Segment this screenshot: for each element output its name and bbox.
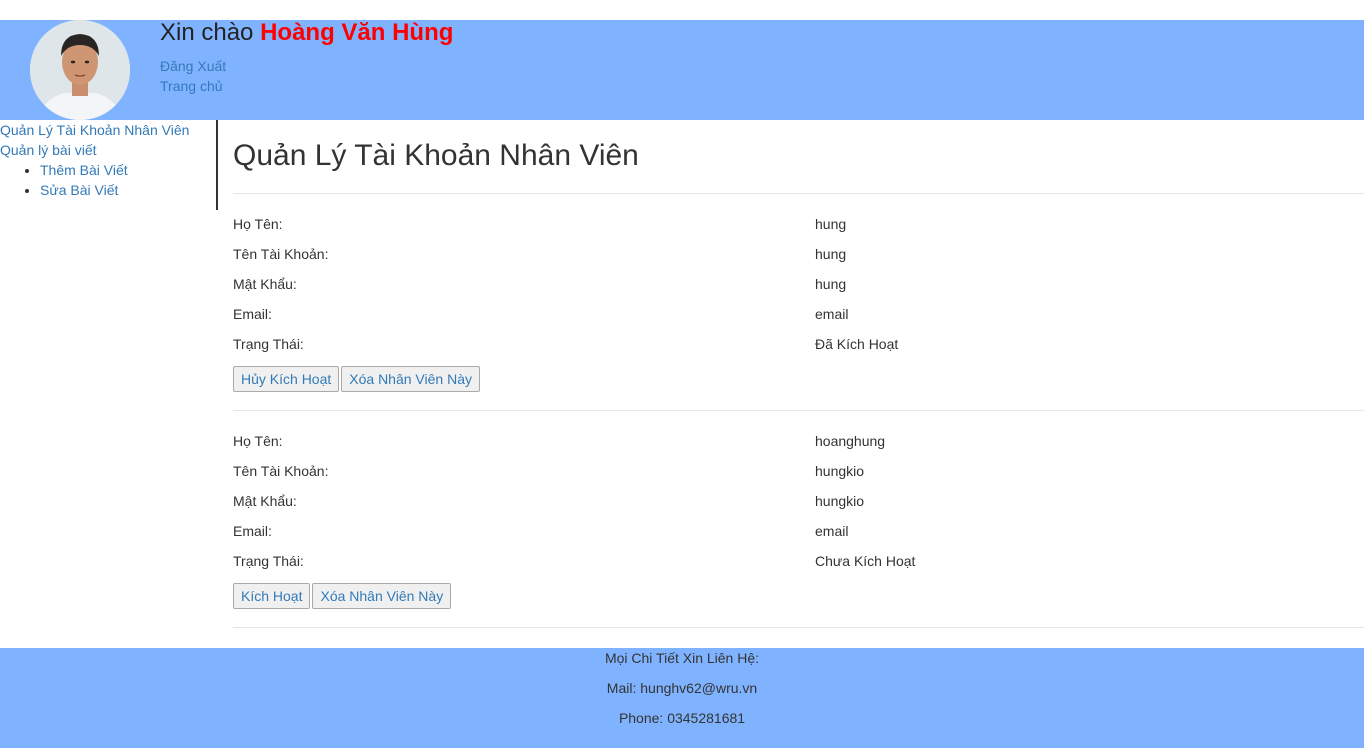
field-row-name: Họ Tên: hung bbox=[233, 214, 1364, 244]
field-row-status: Trạng Thái: Đã Kích Hoạt bbox=[233, 334, 1364, 364]
sidebar-submenu: Thêm Bài Viết Sửa Bài Viết bbox=[0, 160, 216, 200]
field-row-username: Tên Tài Khoản: hungkio bbox=[233, 461, 1364, 491]
greeting-prefix: Xin chào bbox=[160, 19, 254, 46]
deactivate-button[interactable]: Hủy Kích Hoạt bbox=[233, 366, 340, 392]
employee-record: Họ Tên: hung Tên Tài Khoản: hung Mật Khẩ… bbox=[233, 214, 1364, 392]
divider bbox=[233, 627, 1364, 628]
avatar bbox=[30, 20, 130, 120]
record-actions: Hủy Kích Hoạt Xóa Nhân Viên Này bbox=[233, 366, 482, 392]
sidebar-item-edit-post[interactable]: Sửa Bài Viết bbox=[40, 182, 118, 198]
field-label: Trạng Thái: bbox=[233, 336, 304, 352]
page-title: Quản Lý Tài Khoản Nhân Viên bbox=[233, 139, 639, 172]
sidebar-item-accounts[interactable]: Quản Lý Tài Khoản Nhân Viên bbox=[0, 120, 216, 140]
field-row-email: Email: email bbox=[233, 304, 1364, 334]
field-row-status: Trạng Thái: Chưa Kích Hoạt bbox=[233, 551, 1364, 581]
field-row-name: Họ Tên: hoanghung bbox=[233, 431, 1364, 461]
home-link[interactable]: Trang chủ bbox=[160, 77, 223, 95]
field-value: email bbox=[815, 306, 849, 322]
field-label: Mật Khẩu: bbox=[233, 276, 297, 292]
sidebar-item-add-post[interactable]: Thêm Bài Viết bbox=[40, 162, 128, 178]
footer-contact-title: Mọi Chi Tiết Xin Liên Hệ: bbox=[604, 650, 760, 666]
greeting: Xin chào Hoàng Văn Hùng bbox=[160, 20, 453, 46]
employee-record: Họ Tên: hoanghung Tên Tài Khoản: hungkio… bbox=[233, 431, 1364, 609]
sidebar: Quản Lý Tài Khoản Nhân Viên Quản lý bài … bbox=[0, 120, 218, 210]
field-label: Email: bbox=[233, 306, 272, 322]
field-label: Email: bbox=[233, 523, 272, 539]
footer-mail: Mail: hunghv62@wru.vn bbox=[606, 680, 758, 696]
sidebar-item-posts[interactable]: Quản lý bài viết bbox=[0, 140, 216, 160]
field-value: hung bbox=[815, 276, 847, 292]
sidebar-subitem: Thêm Bài Viết bbox=[40, 160, 216, 180]
status-value: Đã Kích Hoạt bbox=[815, 336, 899, 352]
delete-employee-button[interactable]: Xóa Nhân Viên Này bbox=[341, 366, 480, 392]
record-actions: Kích Hoạt Xóa Nhân Viên Này bbox=[233, 583, 453, 609]
divider bbox=[233, 410, 1364, 411]
greeting-user-name: Hoàng Văn Hùng bbox=[260, 19, 454, 46]
field-value: hungkio bbox=[815, 463, 865, 479]
field-label: Họ Tên: bbox=[233, 216, 283, 232]
field-label: Tên Tài Khoản: bbox=[233, 463, 329, 479]
logout-link[interactable]: Đăng Xuất bbox=[160, 57, 226, 75]
user-photo-icon bbox=[30, 20, 130, 120]
field-label: Họ Tên: bbox=[233, 433, 283, 449]
divider bbox=[233, 193, 1364, 194]
delete-employee-button[interactable]: Xóa Nhân Viên Này bbox=[312, 583, 452, 609]
status-value: Chưa Kích Hoạt bbox=[815, 553, 916, 569]
field-row-password: Mật Khẩu: hungkio bbox=[233, 491, 1364, 521]
sidebar-subitem: Sửa Bài Viết bbox=[40, 180, 216, 200]
activate-button[interactable]: Kích Hoạt bbox=[233, 583, 311, 609]
field-value: hung bbox=[815, 216, 847, 232]
field-value: hung bbox=[815, 246, 847, 262]
header: Xin chào Hoàng Văn Hùng Đăng Xuất Trang … bbox=[0, 20, 1364, 120]
field-label: Trạng Thái: bbox=[233, 553, 304, 569]
footer: Mọi Chi Tiết Xin Liên Hệ: Mail: hunghv62… bbox=[0, 648, 1364, 748]
field-label: Mật Khẩu: bbox=[233, 493, 297, 509]
field-row-username: Tên Tài Khoản: hung bbox=[233, 244, 1364, 274]
field-label: Tên Tài Khoản: bbox=[233, 246, 329, 262]
field-row-email: Email: email bbox=[233, 521, 1364, 551]
field-value: hungkio bbox=[815, 493, 865, 509]
field-row-password: Mật Khẩu: hung bbox=[233, 274, 1364, 304]
field-value: hoanghung bbox=[815, 433, 886, 449]
field-value: email bbox=[815, 523, 849, 539]
footer-phone: Phone: 0345281681 bbox=[618, 710, 746, 726]
